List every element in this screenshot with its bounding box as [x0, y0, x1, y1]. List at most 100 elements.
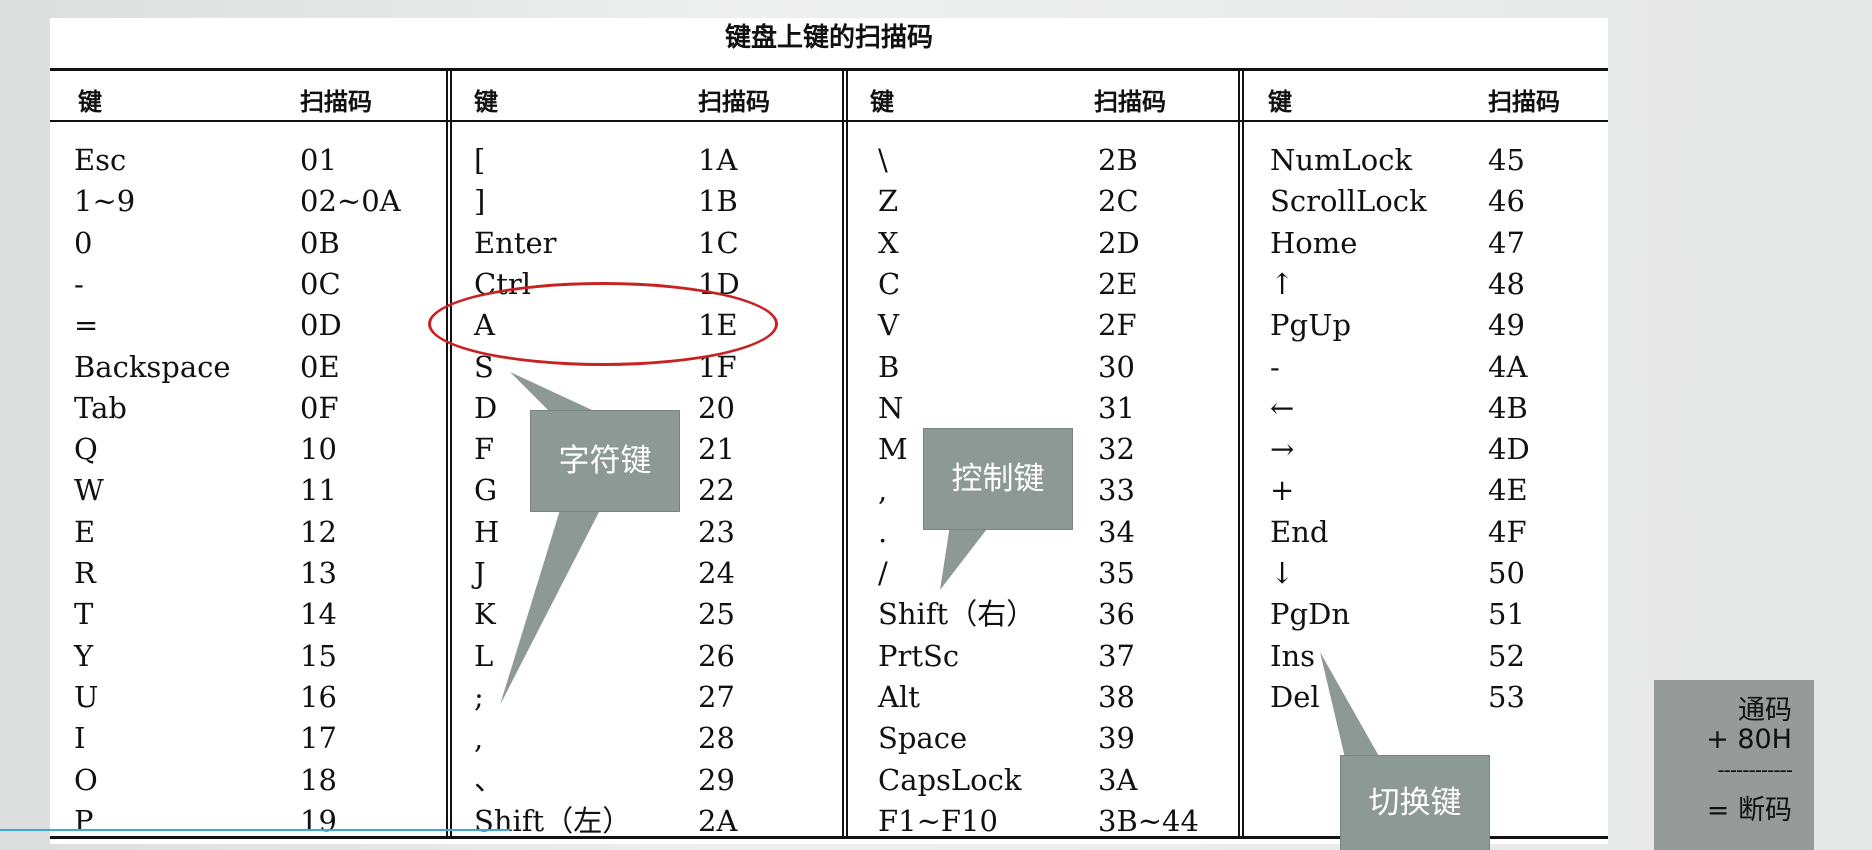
scan-code-cell: 01	[300, 143, 337, 177]
scan-code-cell: 50	[1488, 556, 1525, 590]
key-cell: W	[74, 473, 104, 508]
key-cell: N	[878, 390, 904, 425]
toggle-keys-callout: 切换键	[1340, 755, 1490, 850]
key-cell: J	[474, 556, 486, 590]
key-cell: \	[878, 143, 888, 177]
code-header: 扫描码	[1488, 88, 1560, 116]
scan-code-cell: 18	[300, 762, 337, 797]
key-cell: ,	[474, 721, 484, 756]
scan-code-cell: 23	[698, 514, 735, 549]
key-cell: V	[878, 308, 899, 343]
scan-code-cell: 0C	[300, 266, 341, 301]
key-cell: F1~F10	[878, 803, 998, 838]
key-cell: -	[74, 266, 84, 301]
scan-code-cell: 0F	[300, 390, 339, 425]
key-cell: PgDn	[1270, 597, 1351, 632]
scan-code-cell: 3B~44	[1098, 803, 1199, 838]
scan-code-cell: 53	[1488, 679, 1525, 714]
scan-code-cell: 0B	[300, 225, 340, 260]
key-cell: D	[474, 390, 498, 425]
scan-code-cell: 34	[1098, 514, 1135, 549]
code-header: 扫描码	[300, 88, 372, 116]
key-cell: M	[878, 432, 908, 467]
key-cell: Tab	[74, 390, 127, 425]
key-cell: Ins	[1270, 638, 1316, 673]
scan-code-cell: 49	[1488, 308, 1525, 343]
key-cell: .	[878, 514, 888, 549]
key-header: 键	[474, 88, 498, 116]
key-cell: O	[74, 762, 98, 797]
key-cell: L	[474, 638, 494, 673]
key-header: 键	[1268, 88, 1292, 116]
key-cell: ,	[878, 473, 888, 508]
scan-code-cell: 52	[1488, 638, 1525, 673]
key-cell: ↓	[1270, 556, 1295, 590]
scan-code-cell: 26	[698, 638, 735, 673]
key-cell: X	[878, 225, 899, 260]
scan-code-cell: 39	[1098, 721, 1135, 756]
key-cell: K	[474, 597, 496, 632]
scan-code-cell: 25	[698, 597, 735, 632]
scan-code-cell: 19	[300, 803, 337, 838]
key-cell: Del	[1270, 679, 1320, 714]
key-header: 键	[870, 88, 894, 116]
char-keys-callout: 字符键	[530, 410, 680, 512]
side-note-line4: = 断码	[1706, 795, 1792, 826]
scan-code-cell: 24	[698, 556, 735, 590]
key-cell: ↑	[1270, 266, 1295, 301]
key-cell: ]	[474, 184, 486, 219]
key-cell: Shift（左）	[474, 803, 632, 838]
key-cell: 、	[474, 762, 504, 797]
scan-code-cell: 33	[1098, 473, 1135, 508]
key-header: 键	[78, 88, 102, 116]
key-cell: R	[74, 556, 96, 590]
scan-code-cell: 10	[300, 432, 337, 467]
scan-code-cell: 45	[1488, 143, 1525, 177]
code-header: 扫描码	[1094, 88, 1166, 116]
key-cell: C	[878, 266, 901, 301]
scan-code-cell: 35	[1098, 556, 1135, 590]
table-title: 键盘上键的扫描码	[724, 23, 933, 53]
key-cell: Esc	[74, 143, 127, 177]
key-cell: Backspace	[74, 349, 231, 384]
key-cell: G	[474, 473, 498, 508]
side-note-line2: + 80H	[1706, 724, 1792, 755]
key-cell: Shift（右）	[878, 597, 1036, 632]
control-keys-callout: 控制键	[923, 428, 1073, 530]
scan-code-cell: 32	[1098, 432, 1135, 467]
key-cell: Home	[1270, 225, 1358, 260]
scan-code-cell: 2B	[1098, 143, 1138, 177]
key-cell: ScrollLock	[1270, 184, 1427, 219]
scan-code-cell: 51	[1488, 597, 1525, 632]
highlight-oval	[428, 282, 778, 366]
key-cell: U	[74, 679, 99, 714]
scan-code-cell: 46	[1488, 184, 1525, 219]
code-header: 扫描码	[698, 88, 770, 116]
key-cell: 1~9	[74, 184, 136, 219]
table-column-1: 键 扫描码 Esc 01 1~9 02~0A 0 0B - 0C = 0D Backspace 0E T…	[50, 68, 446, 838]
scan-code-cell: 2E	[1098, 266, 1138, 301]
key-cell: CapsLock	[878, 762, 1022, 797]
scan-code-cell: 47	[1488, 225, 1525, 260]
scan-code-cell: 31	[1098, 390, 1135, 425]
scan-code-cell: 21	[698, 432, 735, 467]
scan-code-cell: 36	[1098, 597, 1135, 632]
key-cell: Enter	[474, 225, 557, 260]
scan-code-cell: 4B	[1488, 390, 1528, 425]
scan-code-cell: 16	[300, 679, 337, 714]
key-cell: PrtSc	[878, 638, 960, 673]
scan-code-cell: 3A	[1098, 762, 1138, 797]
table-column-4: 键 扫描码 NumLock 45 ScrollLock 46 Home 47 ↑ 48 PgUp…	[1242, 68, 1608, 838]
scan-code-cell: 0D	[300, 308, 342, 343]
playback-progress-line	[0, 829, 510, 831]
scan-code-cell: 11	[300, 473, 337, 508]
key-cell: Q	[74, 432, 98, 467]
scan-code-cell: 4F	[1488, 514, 1527, 549]
scan-code-cell: 27	[698, 679, 735, 714]
scan-code-cell: 2D	[1098, 225, 1140, 260]
key-cell: T	[74, 597, 94, 632]
scan-code-cell: 13	[300, 556, 337, 590]
scan-code-cell: 4A	[1488, 349, 1528, 384]
scan-code-cell: 14	[300, 597, 337, 632]
key-cell: ;	[474, 679, 484, 714]
